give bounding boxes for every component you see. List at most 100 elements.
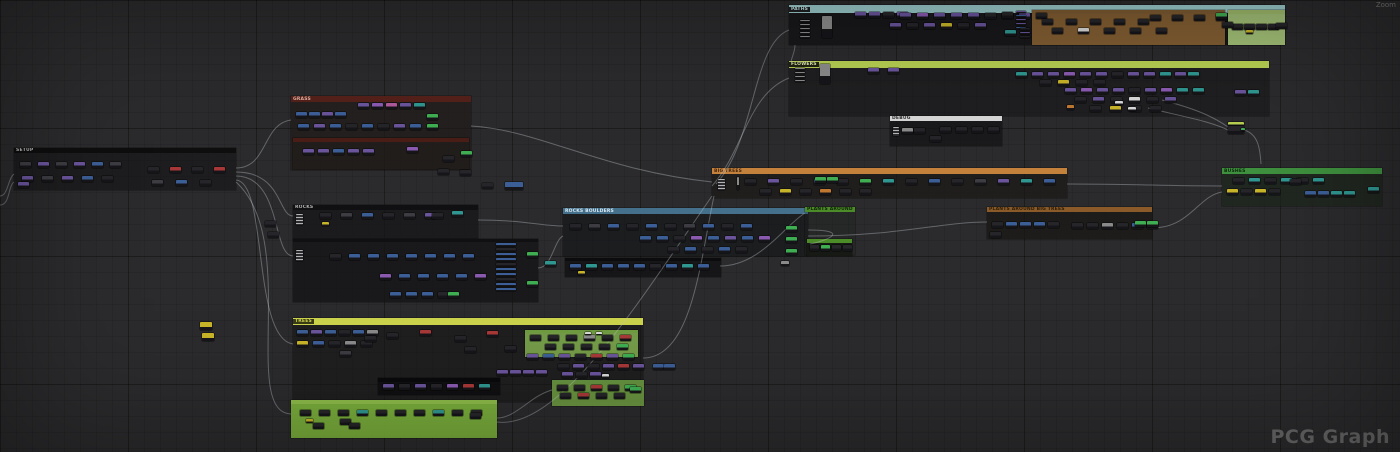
comment-header-grass-sub[interactable]	[293, 138, 469, 142]
pcg-node[interactable]	[265, 221, 276, 227]
pcg-node[interactable]	[832, 245, 841, 251]
pcg-node[interactable]	[837, 179, 848, 185]
pcg-node[interactable]	[827, 177, 838, 183]
pcg-node[interactable]	[548, 335, 559, 341]
pcg-node[interactable]	[1147, 221, 1158, 227]
pcg-node[interactable]	[1241, 128, 1245, 131]
pcg-node[interactable]	[422, 292, 433, 298]
pcg-node[interactable]	[929, 179, 940, 185]
pcg-node[interactable]	[795, 68, 805, 70]
pcg-node[interactable]	[415, 384, 426, 390]
pcg-node[interactable]	[313, 341, 324, 347]
pcg-node[interactable]	[1081, 88, 1092, 94]
pcg-node[interactable]	[760, 189, 771, 195]
pcg-node[interactable]	[346, 124, 357, 130]
pcg-node[interactable]	[1216, 13, 1227, 19]
pcg-node[interactable]	[588, 364, 599, 370]
pcg-node[interactable]	[1172, 15, 1183, 21]
pcg-node[interactable]	[496, 288, 516, 291]
pcg-node[interactable]	[791, 179, 802, 185]
pcg-node[interactable]	[407, 147, 418, 153]
pcg-node[interactable]	[860, 179, 871, 185]
pcg-node[interactable]	[56, 162, 67, 168]
pcg-node[interactable]	[387, 254, 398, 260]
node-pin[interactable]	[893, 127, 899, 136]
pcg-node[interactable]	[1113, 88, 1124, 94]
pcg-node[interactable]	[349, 254, 360, 260]
pcg-node[interactable]	[1042, 19, 1053, 25]
pcg-node[interactable]	[741, 224, 752, 230]
pcg-node[interactable]	[1130, 28, 1141, 34]
pcg-node[interactable]	[496, 273, 516, 276]
pcg-node[interactable]	[620, 335, 631, 341]
pcg-node[interactable]	[907, 23, 918, 29]
pcg-node[interactable]	[427, 124, 438, 130]
comment-header-trees-sub-dark[interactable]	[378, 378, 500, 382]
pcg-node[interactable]	[202, 333, 214, 341]
pcg-node[interactable]	[576, 372, 587, 378]
pcg-node[interactable]	[736, 247, 747, 253]
pcg-node[interactable]	[562, 372, 573, 378]
pcg-node[interactable]	[318, 149, 329, 155]
pcg-node[interactable]	[557, 385, 568, 391]
pcg-node[interactable]	[176, 180, 187, 186]
pcg-node[interactable]	[1344, 191, 1355, 197]
pcg-node[interactable]	[570, 264, 581, 270]
pcg-node[interactable]	[640, 236, 651, 242]
pcg-node[interactable]	[362, 124, 373, 130]
pcg-node[interactable]	[650, 264, 661, 270]
comment-header-rocks[interactable]: ROCKS	[293, 205, 478, 210]
pcg-node[interactable]	[406, 254, 417, 260]
pcg-node[interactable]	[200, 322, 212, 330]
pcg-node[interactable]	[313, 423, 324, 429]
pcg-node[interactable]	[581, 344, 592, 350]
pcg-node[interactable]	[1034, 222, 1045, 228]
pcg-node[interactable]	[1016, 23, 1026, 25]
pcg-node[interactable]	[1075, 97, 1086, 103]
pcg-node[interactable]	[860, 189, 871, 195]
pcg-node[interactable]	[665, 224, 676, 230]
pcg-node[interactable]	[399, 384, 410, 390]
pcg-node[interactable]	[589, 224, 600, 230]
pcg-node[interactable]	[1076, 80, 1087, 86]
pcg-node[interactable]	[1048, 72, 1059, 78]
pcg-node[interactable]	[1177, 88, 1188, 94]
pcg-node[interactable]	[148, 167, 159, 173]
pcg-node[interactable]	[363, 149, 374, 155]
pcg-node[interactable]	[443, 156, 454, 162]
pcg-node[interactable]	[843, 245, 852, 251]
pcg-node[interactable]	[1066, 19, 1077, 25]
pcg-node[interactable]	[703, 224, 714, 230]
pcg-node[interactable]	[1020, 28, 1030, 30]
pcg-node[interactable]	[781, 261, 789, 266]
pcg-node[interactable]	[311, 330, 322, 336]
pcg-node[interactable]	[573, 364, 584, 370]
pcg-node[interactable]	[200, 180, 211, 186]
pcg-node[interactable]	[1246, 30, 1253, 34]
pcg-node[interactable]	[1067, 105, 1074, 110]
pcg-node[interactable]	[510, 370, 521, 376]
pcg-node[interactable]	[1165, 97, 1176, 103]
pcg-node[interactable]	[924, 23, 935, 29]
pcg-node[interactable]	[92, 162, 103, 168]
pcg-node[interactable]	[1090, 106, 1101, 112]
pcg-node[interactable]	[985, 13, 996, 19]
pcg-node[interactable]	[1020, 36, 1030, 38]
comment-header-flowers[interactable]: FLOWERS	[789, 61, 1269, 68]
pcg-node[interactable]	[496, 278, 516, 281]
pcg-node[interactable]	[1188, 72, 1199, 78]
pcg-node[interactable]	[527, 252, 538, 258]
pcg-node[interactable]	[795, 76, 805, 78]
pcg-node[interactable]	[505, 346, 516, 352]
pcg-node[interactable]	[427, 114, 438, 120]
pcg-node[interactable]	[888, 68, 899, 74]
pcg-node[interactable]	[940, 127, 951, 133]
pcg-node[interactable]	[432, 213, 443, 219]
pcg-node[interactable]	[1115, 101, 1123, 105]
pcg-node[interactable]	[1233, 178, 1244, 184]
comment-header-setup[interactable]: SETUP	[14, 148, 236, 153]
pcg-node[interactable]	[1144, 72, 1155, 78]
pcg-node[interactable]	[425, 254, 436, 260]
pcg-node[interactable]	[800, 20, 810, 22]
comment-header-grass[interactable]: GRASS	[291, 96, 471, 102]
